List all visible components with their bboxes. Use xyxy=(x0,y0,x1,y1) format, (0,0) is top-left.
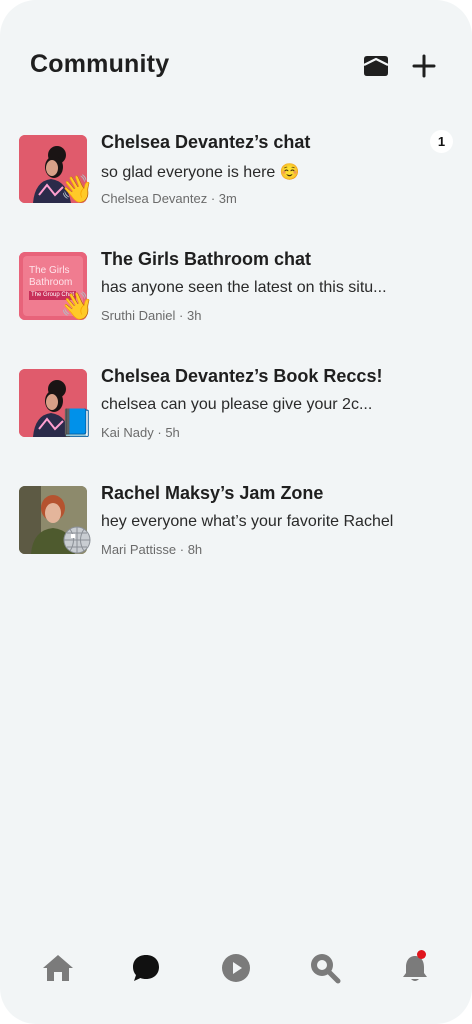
chat-time: 3m xyxy=(218,191,237,206)
chat-row[interactable]: The Girls Bathroom The Group Chat 👋 The … xyxy=(0,237,472,337)
play-icon xyxy=(222,954,250,982)
chat-title: Rachel Maksy’s Jam Zone xyxy=(101,483,324,503)
tab-play[interactable] xyxy=(214,946,258,990)
cover-text-line: The Girls xyxy=(29,265,70,276)
chat-author: Chelsea Devantez xyxy=(101,191,208,206)
chat-meta: Sruthi Daniel · 3h xyxy=(101,308,202,323)
chat-time: 3h xyxy=(187,308,202,323)
book-emoji-icon: 📘 xyxy=(60,407,94,438)
chat-last-message: hey everyone what’s your favorite Rachel xyxy=(101,513,394,530)
chat-meta: Mari Pattisse · 8h xyxy=(101,542,203,557)
chat-meta: Chelsea Devantez · 3m xyxy=(101,191,237,206)
phone-screen: Community 👋 Chelsea Devantez’s chat so g… xyxy=(0,0,472,1024)
disco-ball-emoji-icon xyxy=(60,523,94,557)
tab-chat[interactable] xyxy=(124,946,168,990)
new-chat-button[interactable] xyxy=(410,52,438,80)
disco-ball-icon xyxy=(63,526,91,554)
search-icon xyxy=(311,954,341,984)
chat-time: 5h xyxy=(165,425,180,440)
chat-title: Chelsea Devantez’s Book Reccs! xyxy=(101,366,383,386)
bottom-tab-bar xyxy=(0,940,472,996)
wave-emoji-icon: 👋 xyxy=(60,173,94,204)
wave-emoji-icon: 👋 xyxy=(60,290,94,321)
header: Community xyxy=(0,40,472,96)
chat-row[interactable]: 👋 Chelsea Devantez’s chat so glad everyo… xyxy=(0,120,472,220)
home-icon xyxy=(43,955,73,981)
chat-time: 8h xyxy=(187,542,203,557)
page-title: Community xyxy=(30,50,170,78)
chat-row[interactable]: Rachel Maksy’s Jam Zone hey everyone wha… xyxy=(0,471,472,571)
inbox-icon xyxy=(363,56,389,76)
chat-title: The Girls Bathroom chat xyxy=(101,249,312,269)
cover-text-line: Bathroom xyxy=(29,277,73,288)
chat-author: Kai Nady xyxy=(101,425,154,440)
chat-title: Chelsea Devantez’s chat xyxy=(101,132,311,152)
tab-search[interactable] xyxy=(303,946,347,990)
inbox-button[interactable] xyxy=(362,52,390,80)
chat-author: Mari Pattisse xyxy=(101,542,177,557)
chat-row[interactable]: 📘 Chelsea Devantez’s Book Reccs! chelsea… xyxy=(0,354,472,454)
chat-last-message: has anyone seen the latest on this situ.… xyxy=(101,279,387,296)
tab-home[interactable] xyxy=(36,946,80,990)
plus-icon xyxy=(412,54,436,78)
chat-bubble-icon xyxy=(133,955,159,981)
chat-last-message: chelsea can you please give your 2c... xyxy=(101,396,373,413)
chat-author: Sruthi Daniel xyxy=(101,308,176,323)
notification-dot xyxy=(417,950,426,959)
tab-notifications[interactable] xyxy=(393,946,437,990)
unread-count-badge: 1 xyxy=(430,130,453,153)
chat-meta: Kai Nady · 5h xyxy=(101,425,180,440)
chat-last-message: so glad everyone is here ☺️ xyxy=(101,164,300,181)
